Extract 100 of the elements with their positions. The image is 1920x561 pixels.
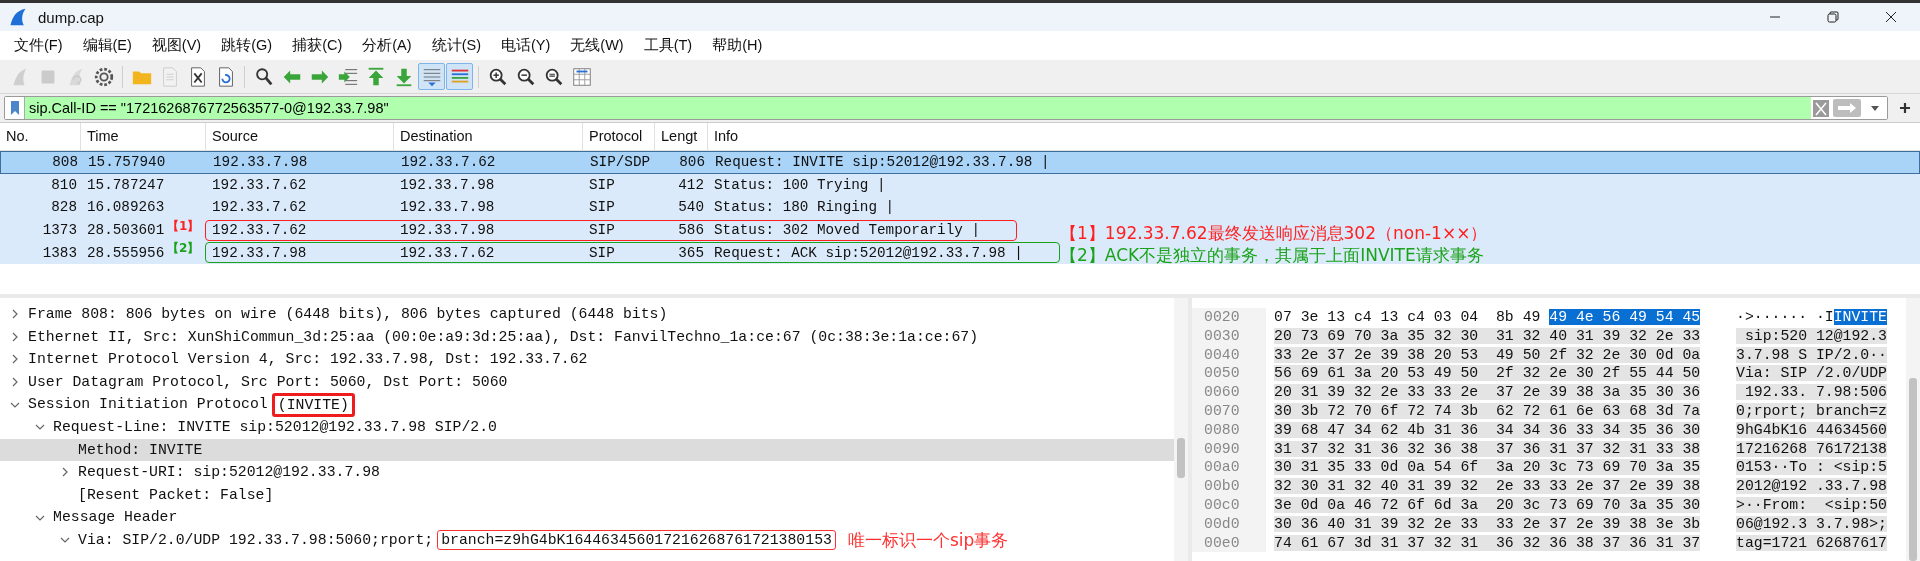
tree-item[interactable]: Message Header: [0, 506, 1174, 529]
hex-offset: 00b0: [1192, 477, 1266, 496]
chevron-right-icon[interactable]: [10, 377, 20, 388]
menu-item[interactable]: 捕获(C): [282, 36, 353, 55]
window-title: dump.cap: [38, 8, 104, 26]
tree-item[interactable]: Internet Protocol Version 4, Src: 192.33.7.98, Dst: 192.33.7.62: [0, 348, 1174, 371]
tree-item[interactable]: [Resent Packet: False]: [0, 483, 1174, 507]
annotation-marker: 【1】: [167, 218, 201, 233]
annotation-box: (INVITE): [271, 392, 355, 417]
hex-bytes: 39 68 47 34 62 4b 31 36 34 34 36 33 34 35 36 30: [1274, 421, 1701, 438]
bookmark-icon: [9, 100, 20, 116]
column-header[interactable]: No.: [0, 123, 81, 150]
tree-item[interactable]: User Datagram Protocol, Src Port: 5060, Dst Port: 5060: [0, 370, 1174, 394]
ascii-text: >··From: <sip:50: [1736, 496, 1887, 513]
chevron-right-icon[interactable]: [10, 331, 20, 342]
hex-offset: 0050: [1192, 364, 1266, 384]
packet-row[interactable]: 808 15.757940 192.33.7.98 192.33.7.62 SIP/SDP 806 Request: INVITE sip:52012@192.33.7.98 |: [0, 151, 1920, 174]
chevron-right-icon[interactable]: [60, 467, 70, 478]
tree-item[interactable]: Method: INVITE: [0, 438, 1174, 462]
filter-field[interactable]: sip.Call-ID == "1721626876772563577-0@192.33.7.98": [25, 97, 1811, 119]
table-cell-text: 192.33.7.62: [400, 154, 497, 171]
table-cell-text: 192.33.7.98: [399, 176, 496, 193]
column-header[interactable]: Lengt: [655, 123, 708, 150]
menu-item[interactable]: 文件(F): [4, 36, 73, 55]
plus-icon: [1900, 103, 1910, 113]
hex-bytes: 07 3e 13 c4 13 c4 03 04 8b 49: [1274, 309, 1542, 325]
hex-bytes: 20 73 69 70 3a 35 32 30 31 32 40 31 39 32 2e 33: [1274, 327, 1701, 344]
hex-offset: 0060: [1192, 383, 1266, 402]
hex-offset: 0020: [1192, 308, 1266, 327]
tree-item[interactable]: Frame 808: 806 bytes on wire (6448 bits), 806 bytes captured (6448 bits): [0, 303, 1174, 326]
scrollbar[interactable]: [1906, 298, 1920, 561]
column-header[interactable]: Protocol: [583, 123, 655, 150]
hex-bytes: 3e 0d 0a 46 72 6f 6d 3a 20 3c 73 69 70 3a 35 30: [1274, 496, 1701, 513]
packet-row[interactable]: 828 16.089263 192.33.7.62 192.33.7.98 SIP 540 Status: 180 Ringing |: [0, 196, 1920, 219]
menu-item[interactable]: 电话(Y): [490, 36, 561, 55]
hex-bytes: 56 69 61 3a 20 53 49 50 2f 32 2e 30 2f 55 44 50: [1274, 365, 1701, 382]
chevron-right-icon[interactable]: [10, 354, 20, 365]
column-header[interactable]: Time: [81, 123, 206, 150]
table-cell-text: Status: 180 Ringing |: [713, 199, 895, 216]
column-header[interactable]: Info: [708, 123, 1920, 150]
ascii-text: tag=1721 62687617: [1736, 534, 1887, 551]
menu-item[interactable]: 工具(T): [633, 36, 703, 55]
table-cell-text: 28.555956: [86, 244, 166, 261]
hex-bytes: 33 2e 37 2e 39 38 20 53 49 50 2f 32 2e 30 0d 0a: [1274, 346, 1701, 363]
menu-item[interactable]: 视图(V): [141, 36, 212, 55]
ascii-text: 06@192.3 3.7.98>;: [1736, 515, 1887, 532]
table-cell-text: 15.757940: [87, 154, 167, 171]
annotation-box: branch=z9hG4bK164463456017216268761721380153: [437, 530, 836, 551]
ascii-text: Via: SIP /2.0/UDP: [1736, 365, 1887, 382]
table-cell-text: 1383: [41, 244, 78, 261]
hex-bytes: 32 30 31 32 40 31 39 32 2e 33 33 2e 37 2e 39 38: [1274, 478, 1701, 495]
tree-item[interactable]: Session Initiation Protocol (INVITE): [0, 393, 1174, 416]
scrollbar[interactable]: [1174, 298, 1188, 561]
table-cell-text: 412: [677, 176, 705, 193]
table-cell-text: 828: [50, 199, 78, 216]
hex-bytes: 30 36 40 31 39 32 2e 33 33 2e 37 2e 39 38 3e 3b: [1274, 515, 1701, 532]
annotation-marker: 【2】: [167, 241, 201, 256]
menu-item[interactable]: 编辑(E): [72, 36, 142, 55]
gear-icon: [92, 65, 115, 88]
table-cell-text: 192.33.7.62: [211, 176, 308, 193]
packet-row[interactable]: 810 15.787247 192.33.7.62 192.33.7.98 SIP 412 Status: 100 Trying |: [0, 173, 1920, 197]
table-cell-text: 1373: [41, 222, 78, 239]
bookmark-button[interactable]: [5, 97, 25, 119]
ascii-text: 0153··To : <sip:5: [1736, 459, 1887, 476]
menu-item[interactable]: 统计(S): [421, 36, 491, 55]
table-cell-text: 586: [677, 222, 705, 239]
tree-item[interactable]: Request-URI: sip:52012@192.33.7.98: [0, 461, 1174, 484]
column-resize-icon: [570, 65, 593, 88]
table-cell-text: 540: [677, 199, 705, 216]
caret-icon: [1871, 105, 1879, 111]
table-cell-text: 192.33.7.98: [399, 222, 496, 239]
table-cell-text: 806: [678, 154, 706, 171]
table-cell-text: 365: [677, 244, 705, 261]
table-cell-text: 192.33.7.62: [211, 222, 308, 239]
fin-icon: [8, 7, 28, 27]
tree-item[interactable]: Via: SIP/2.0/UDP 192.33.7.98:5060;rport; branch=z9hG4bK164463456017216268761721380153 唯一标识一个sip事务: [0, 528, 1174, 552]
ascii-text: 17216268 76172138: [1736, 440, 1887, 457]
table-cell-text: 810: [50, 176, 78, 193]
menu-item[interactable]: 无线(W): [560, 36, 634, 55]
table-cell-text: SIP/SDP: [589, 154, 652, 171]
table-cell-text: 192.33.7.98: [399, 199, 496, 216]
annotation-note: 唯一标识一个sip事务: [847, 528, 1009, 552]
tree-item[interactable]: Ethernet II, Src: XunShiCommun_3d:25:aa (00:0e:a9:3d:25:aa), Dst: FanvilTechno_1a:ce:67 (0c:38:3e:1a:ce:67): [0, 325, 1174, 349]
ascii-text: 192.33. 7.98:506: [1736, 384, 1887, 401]
column-header[interactable]: Source: [206, 123, 394, 150]
table-cell-text: 16.089263: [86, 199, 166, 216]
menu-item[interactable]: 跳转(G): [211, 36, 283, 55]
chevron-right-icon[interactable]: [10, 309, 20, 320]
ascii-text: ·>······ ·I: [1736, 309, 1834, 325]
table-cell-text: 192.33.7.98: [212, 154, 309, 171]
clear-button[interactable]: [1811, 97, 1831, 119]
table-cell-text: 28.503601: [86, 222, 166, 239]
table-cell-text: SIP: [588, 199, 616, 216]
tree-item[interactable]: Request-Line: INVITE sip:52012@192.33.7.98 SIP/2.0: [0, 415, 1174, 439]
table-cell-text: SIP: [588, 222, 616, 239]
menu-item[interactable]: 分析(A): [352, 36, 422, 55]
column-header[interactable]: Destination: [394, 123, 583, 150]
menu-item[interactable]: 帮助(H): [702, 36, 773, 55]
ascii-text: sip:520 12@192.3: [1736, 327, 1887, 344]
hex-offset: 00a0: [1192, 458, 1266, 478]
